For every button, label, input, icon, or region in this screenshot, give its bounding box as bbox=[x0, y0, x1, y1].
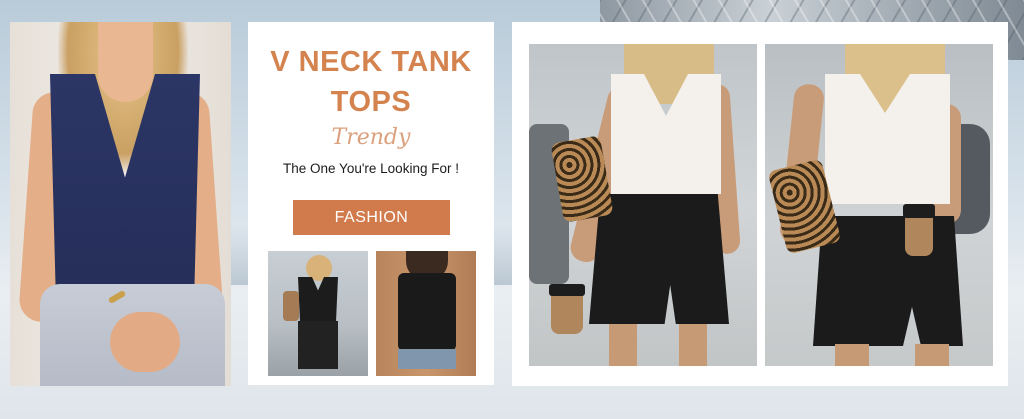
model-white-tank-street-photo-2[interactable] bbox=[765, 44, 993, 366]
banner-title: V NECK TANK TOPS bbox=[270, 46, 472, 118]
fashion-button[interactable]: FASHION bbox=[293, 200, 450, 235]
script-word: Trendy bbox=[331, 125, 411, 150]
model-navy-tank-photo[interactable] bbox=[10, 22, 231, 386]
thumbnail-black-tank-front[interactable] bbox=[268, 251, 368, 376]
product-banner: V NECK TANK TOPS Trendy The One You're L… bbox=[0, 0, 1024, 419]
thumbnail-black-tank-back[interactable] bbox=[376, 251, 476, 376]
banner-tagline: The One You're Looking For ! bbox=[283, 161, 459, 176]
model-white-tank-street-photo-1[interactable] bbox=[529, 44, 757, 366]
